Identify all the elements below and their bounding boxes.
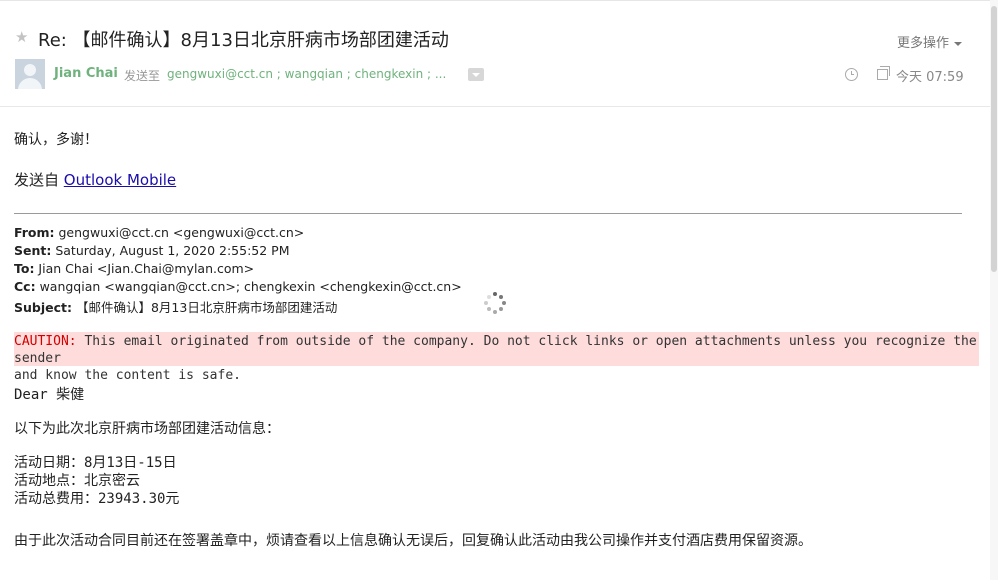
loading-spinner-icon <box>484 292 506 314</box>
more-actions-label: 更多操作 <box>897 36 950 51</box>
sender-name[interactable]: Jian Chai <box>54 66 118 81</box>
mail-subject: Re: 【邮件确认】8月13日北京肝病市场部团建活动 <box>38 30 449 51</box>
chevron-down-icon <box>954 41 963 46</box>
closing-line: 由于此次活动合同目前还在签署盖章中，烦请查看以上信息确认无误后，回复确认此活动由… <box>14 533 812 549</box>
activity-place: 活动地点：北京密云 <box>14 473 140 489</box>
activity-date: 活动日期：8月13日-15日 <box>14 455 177 471</box>
sent-from-line: 发送自 Outlook Mobile <box>14 169 176 190</box>
caution-banner: CAUTION: This email originated from outs… <box>14 332 979 383</box>
meta-to: To: Jian Chai <Jian.Chai@mylan.com> <box>14 261 255 276</box>
star-icon[interactable]: ★ <box>15 28 28 46</box>
scrollbar[interactable] <box>990 0 998 580</box>
divider <box>14 213 962 214</box>
intro-line: 以下为此次北京肝病市场部团建活动信息： <box>14 421 280 437</box>
caution-text: This email originated from outside of th… <box>14 334 977 366</box>
meta-subject: Subject: 【邮件确认】8月13日北京肝病市场部团建活动 <box>14 300 338 315</box>
caution-label: CAUTION: <box>14 334 77 349</box>
expand-recipients-button[interactable] <box>468 68 484 81</box>
dear-line: Dear 柴健 <box>14 387 85 403</box>
activity-cost: 活动总费用：23943.30元 <box>14 491 180 507</box>
avatar[interactable] <box>15 59 45 89</box>
clock-icon[interactable] <box>845 68 858 81</box>
meta-cc: Cc: wangqian <wangqian@cct.cn>; chengkex… <box>14 279 462 294</box>
reply-text: 确认，多谢！ <box>14 132 98 148</box>
scrollbar-thumb[interactable] <box>991 6 997 272</box>
mail-time: 今天 07:59 <box>896 70 964 85</box>
open-new-window-icon[interactable] <box>877 66 890 80</box>
caution-text-2: and know the content is safe. <box>14 368 241 383</box>
sent-from-label: 发送自 <box>14 171 64 189</box>
outlook-mobile-link[interactable]: Outlook Mobile <box>64 171 176 189</box>
meta-sent: Sent: Saturday, August 1, 2020 2:55:52 P… <box>14 243 290 258</box>
meta-from: From: gengwuxi@cct.cn <gengwuxi@cct.cn> <box>14 225 305 240</box>
sent-to-label: 发送至 <box>124 69 161 83</box>
recipients-list[interactable]: gengwuxi@cct.cn ; wangqian ; chengkexin … <box>167 67 457 81</box>
more-actions-dropdown[interactable]: 更多操作 <box>897 32 963 51</box>
mail-header: ★ Re: 【邮件确认】8月13日北京肝病市场部团建活动 更多操作 Jian C… <box>0 0 990 107</box>
